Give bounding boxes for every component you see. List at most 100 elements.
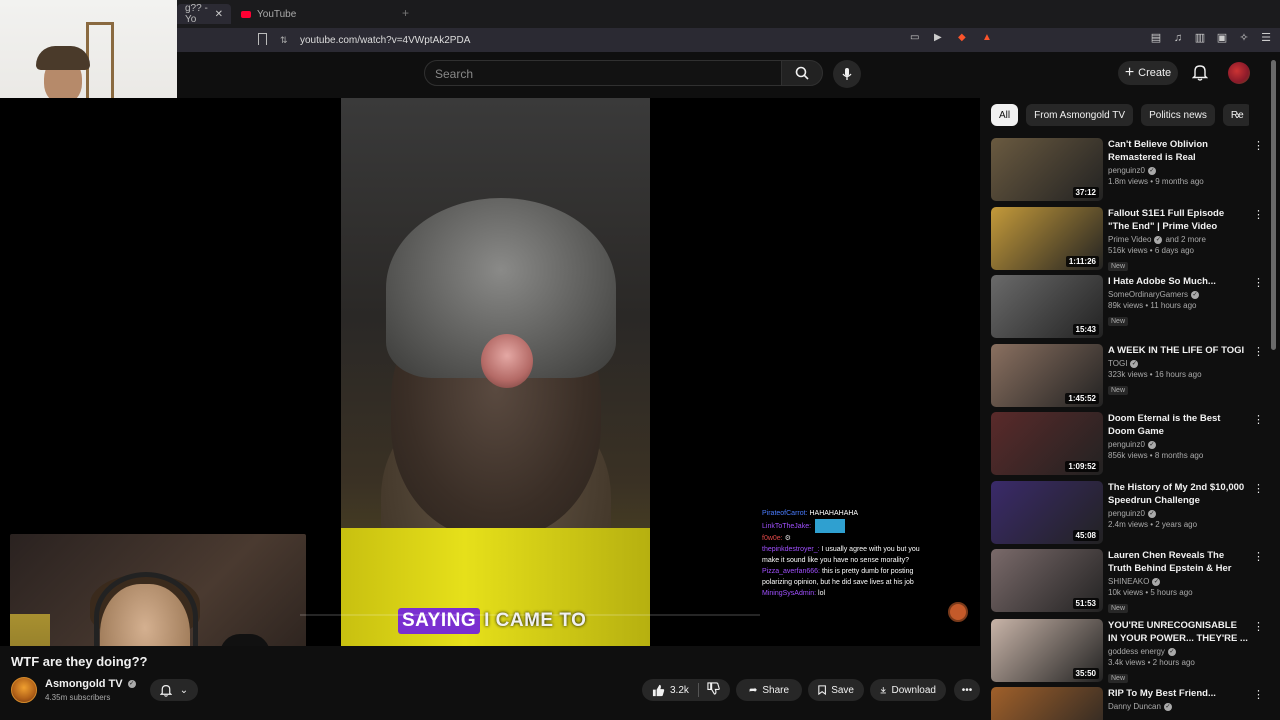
close-icon[interactable]: ✕ [215,9,223,20]
bookmark-icon[interactable] [258,33,267,45]
channel-name[interactable]: Danny Duncan ✓ [1108,702,1248,711]
voice-search-button[interactable] [833,60,861,88]
new-badge: New [1108,262,1129,271]
video-thumbnail[interactable]: 35:50 [991,619,1103,682]
video-thumbnail[interactable] [991,687,1103,720]
more-vert-icon[interactable]: ⋮ [1253,414,1264,426]
media-icon[interactable]: ♫ [1172,32,1184,44]
dislike-button[interactable] [707,682,720,698]
address-bar[interactable]: ⇅ youtube.com/watch?v=4VWptAk2PDA [280,31,1000,49]
recommendation-item[interactable]: 1:09:52 Doom Eternal is the Best Doom Gam… [991,412,1266,476]
video-thumbnail[interactable]: 1:11:26 [991,207,1103,270]
notifications-button[interactable] [1191,64,1209,86]
video-meta: 3.4k views • 2 hours ago [1108,658,1195,667]
video-progress-bar[interactable] [300,614,760,616]
new-badge: New [1108,674,1129,683]
browser-tab-youtube[interactable]: YouTube [233,4,393,24]
video-title[interactable]: The History of My 2nd $10,000 Speedrun C… [1108,481,1248,507]
caption-highlight: SAYING [398,608,481,634]
search-input[interactable]: Search [424,60,782,86]
recommendation-item[interactable]: 1:11:26 Fallout S1E1 Full Episode "The En… [991,207,1266,271]
more-vert-icon[interactable]: ⋮ [1253,346,1264,358]
video-thumbnail[interactable]: 1:45:52 [991,344,1103,407]
more-vert-icon[interactable]: ⋮ [1253,551,1264,563]
video-title[interactable]: RIP To My Best Friend... [1108,687,1248,700]
download-button[interactable]: Download [870,679,946,701]
more-vert-icon[interactable]: ⋮ [1253,277,1264,289]
search-button[interactable] [781,60,823,86]
channel-name[interactable]: penguinz0 ✓ [1108,440,1248,449]
chip-politics-news[interactable]: Politics news [1141,104,1215,126]
more-vert-icon[interactable]: ⋮ [1253,483,1264,495]
account-avatar[interactable] [1228,62,1250,84]
more-vert-icon[interactable]: ⋮ [1253,209,1264,221]
channel-name[interactable]: SHINEAKO ✓ [1108,577,1248,586]
video-player[interactable]: SAYING I CAME TO PirateofCarrot: HAHAHAH… [0,98,980,646]
more-vert-icon[interactable]: ⋮ [1253,621,1264,633]
site-info-icon[interactable]: ⇅ [280,35,290,45]
new-badge: New [1108,386,1129,395]
browser-tab-active[interactable]: g?? - Yo ✕ [177,3,231,25]
menu-icon[interactable]: ☰ [1260,32,1272,44]
video-title[interactable]: YOU'RE UNRECOGNISABLE IN YOUR POWER... T… [1108,619,1248,645]
video-thumbnail[interactable]: 51:53 [991,549,1103,612]
video-title[interactable]: A WEEK IN THE LIFE OF TOGI [1108,344,1248,357]
share-button[interactable]: ➦ Share [736,679,802,701]
video-info: RIP To My Best Friend... Danny Duncan ✓ [1108,687,1248,711]
video-thumbnail[interactable]: 45:08 [991,481,1103,544]
create-label: Create [1138,67,1172,79]
recommendation-item[interactable]: 1:45:52 A WEEK IN THE LIFE OF TOGI TOGI ✓ 32… [991,344,1266,408]
video-meta: 323k views • 16 hours ago [1108,370,1202,379]
play-icon[interactable]: ▶ [934,32,946,44]
video-title[interactable]: Can't Believe Oblivion Remastered is Rea… [1108,138,1248,164]
shield-icon[interactable]: ◆ [958,32,970,44]
new-tab-icon[interactable]: + [402,6,409,20]
wallet-icon[interactable]: ▣ [1216,32,1228,44]
extensions-icon[interactable]: ✧ [1238,32,1250,44]
channel-avatar[interactable] [11,677,37,703]
create-button[interactable]: + Create [1118,61,1178,85]
video-title[interactable]: Doom Eternal is the Best Doom Game [1108,412,1248,438]
video-title[interactable]: I Hate Adobe So Much... [1108,275,1248,288]
like-button[interactable]: 3.2k [652,684,689,697]
subscribed-button[interactable]: ⌄ [150,679,198,701]
scrollbar[interactable] [1271,60,1276,350]
more-vert-icon[interactable]: ⋮ [1253,689,1264,701]
channel-name[interactable]: penguinz0 ✓ [1108,166,1248,175]
microphone-icon [842,68,852,80]
video-thumbnail[interactable]: 37:12 [991,138,1103,201]
rewards-icon[interactable]: ▲ [982,32,994,44]
reader-icon[interactable]: ▤ [1150,32,1162,44]
chat-overlay: PirateofCarrot: HAHAHAHAHA LinkToTheJake… [760,504,975,644]
new-badge: New [1108,604,1129,613]
download-icon [880,687,886,694]
filter-chips: All From Asmongold TV Politics news Re [991,104,1249,126]
chip-from-channel[interactable]: From Asmongold TV [1026,104,1134,126]
more-vert-icon[interactable]: ⋮ [1253,140,1264,152]
recommendation-item[interactable]: RIP To My Best Friend... Danny Duncan ✓ ⋮ [991,687,1266,720]
channel-name[interactable]: goddess energy ✓ [1108,647,1248,656]
channel-name[interactable]: penguinz0 ✓ [1108,509,1248,518]
channel-name[interactable]: Prime Video ✓ and 2 more [1108,235,1248,244]
recommendation-item[interactable]: 37:12 Can't Believe Oblivion Remastered i… [991,138,1266,202]
recommendation-item[interactable]: 45:08 The History of My 2nd $10,000 Speed… [991,481,1266,545]
save-button[interactable]: Save [808,679,864,701]
recommendation-item[interactable]: 35:50 YOU'RE UNRECOGNISABLE IN YOUR POWER… [991,619,1266,683]
streamer-overlay [10,534,306,646]
save-label: Save [831,684,854,696]
sidebar-icon[interactable]: ▥ [1194,32,1206,44]
video-thumbnail[interactable]: 15:43 [991,275,1103,338]
recommendation-item[interactable]: 15:43 I Hate Adobe So Much... SomeOrdinary… [991,275,1266,339]
video-thumbnail[interactable]: 1:09:52 [991,412,1103,475]
channel-name[interactable]: TOGI ✓ [1108,359,1248,368]
chip-all[interactable]: All [991,104,1019,126]
channel-name[interactable]: SomeOrdinaryGamers ✓ [1108,290,1248,299]
video-title[interactable]: Fallout S1E1 Full Episode "The End" | Pr… [1108,207,1248,233]
channel-name[interactable]: Asmongold TV ✓ [45,678,136,690]
chevron-right-icon[interactable]: › [1236,108,1240,122]
more-actions-button[interactable]: ••• [954,679,980,701]
recommendation-item[interactable]: 51:53 Lauren Chen Reveals The Truth Behin… [991,549,1266,613]
bell-icon [159,684,172,697]
pip-icon[interactable]: ▭ [910,32,922,44]
video-title[interactable]: Lauren Chen Reveals The Truth Behind Eps… [1108,549,1248,575]
